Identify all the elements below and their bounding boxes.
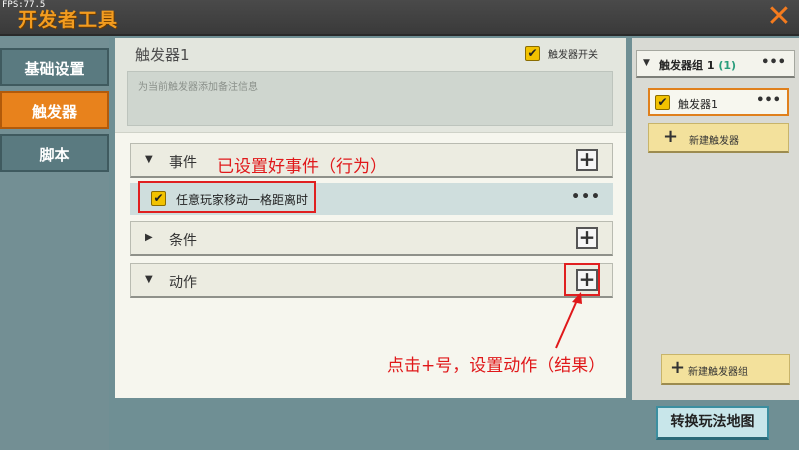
add-condition-button[interactable]: +: [576, 227, 598, 249]
trigger-header: 触发器1 ✔ 触发器开关 为当前触发器添加备注信息: [115, 38, 626, 133]
new-trigger-group-button[interactable]: + 新建触发器组: [661, 354, 790, 385]
section-condition[interactable]: ▶ 条件 +: [130, 221, 613, 256]
note-input[interactable]: 为当前触发器添加备注信息: [127, 71, 613, 126]
caret-right-icon: ▶: [145, 232, 153, 243]
sidebar-item-trigger[interactable]: 触发器: [0, 91, 109, 129]
trigger-list-item[interactable]: ✔ 触发器1 •••: [648, 88, 789, 116]
trigger-switch[interactable]: ✔ 触发器开关: [525, 46, 598, 61]
caret-down-icon: ▼: [643, 58, 650, 68]
sidebar-item-basic-settings[interactable]: 基础设置: [0, 48, 109, 86]
section-event-label: 事件: [169, 155, 197, 171]
trigger-group-header[interactable]: ▼ 触发器组 1 (1) •••: [636, 50, 795, 78]
event-annotation: 已设置好事件（行为）: [217, 157, 387, 177]
section-condition-label: 条件: [169, 233, 197, 249]
trigger-group-panel: ▼ 触发器组 1 (1) ••• ✔ 触发器1 ••• + 新建触发器 + 新建…: [632, 38, 799, 400]
trigger-item-label: 触发器1: [678, 98, 718, 111]
caret-down-icon: ▼: [145, 154, 153, 165]
caret-down-icon: ▼: [145, 274, 153, 285]
annotation-arrow: [555, 292, 582, 349]
add-event-button[interactable]: +: [576, 149, 598, 171]
title-bar: FPS:77.5 开发者工具 ✕: [0, 0, 799, 36]
window-title: 开发者工具: [18, 9, 119, 31]
trigger-title: 触发器1: [135, 46, 190, 64]
trigger-group-label: 触发器组 1 (1): [659, 59, 737, 72]
trigger-switch-label: 触发器开关: [548, 50, 598, 61]
section-action[interactable]: ▼ 动作 +: [130, 263, 613, 298]
note-placeholder: 为当前触发器添加备注信息: [138, 82, 258, 93]
more-icon[interactable]: •••: [756, 93, 781, 108]
plus-icon: +: [670, 357, 686, 378]
section-action-label: 动作: [169, 275, 197, 291]
trigger-item-checkbox[interactable]: ✔: [655, 95, 670, 110]
action-annotation: 点击+号，设置动作（结果）: [387, 356, 606, 376]
sidebar: 基础设置 触发器 脚本: [0, 38, 109, 450]
more-icon[interactable]: •••: [571, 189, 601, 205]
plus-icon: +: [663, 126, 679, 147]
new-trigger-button[interactable]: + 新建触发器: [648, 123, 789, 153]
sidebar-item-script[interactable]: 脚本: [0, 134, 109, 172]
close-icon[interactable]: ✕: [763, 2, 795, 34]
switch-map-button[interactable]: 转换玩法地图: [656, 406, 769, 440]
trigger-switch-checkbox[interactable]: ✔: [525, 46, 540, 61]
event-highlight-frame: [138, 181, 316, 213]
more-icon[interactable]: •••: [761, 55, 786, 70]
